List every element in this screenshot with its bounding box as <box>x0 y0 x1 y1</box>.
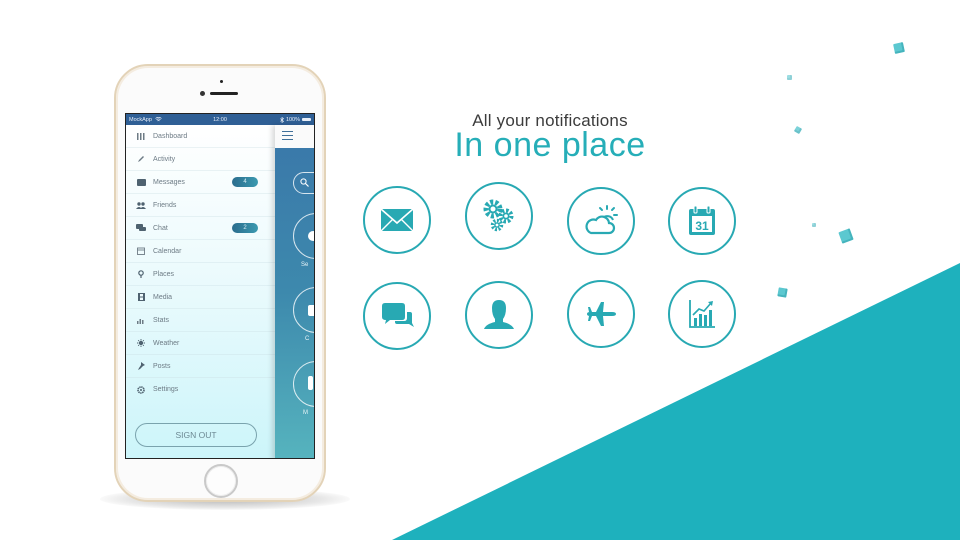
grid-icon <box>136 131 146 141</box>
friends-icon <box>136 200 146 210</box>
bar-chart-icon <box>136 315 146 325</box>
menu-item-settings[interactable]: Settings <box>126 378 275 401</box>
media-icon <box>308 376 313 390</box>
settings-icon <box>308 231 314 241</box>
menu-item-friends[interactable]: Friends <box>126 194 275 217</box>
menu-label: Settings <box>153 386 179 393</box>
media-round-button[interactable] <box>293 361 314 407</box>
calendar-day: 31 <box>695 219 709 233</box>
decor-cube <box>893 42 905 54</box>
sun-icon <box>136 338 146 348</box>
pencil-icon <box>136 154 146 164</box>
calendar-icon: 31 <box>689 205 715 235</box>
chat-round-button[interactable] <box>293 287 314 333</box>
chat-bubbles-icon <box>382 303 414 327</box>
gear-icon <box>136 385 146 395</box>
decor-cube <box>777 287 788 298</box>
menu-label: Weather <box>153 339 180 347</box>
feature-chat <box>363 282 431 350</box>
menu-item-dashboard[interactable]: Dashboard <box>126 125 275 148</box>
partly-cloudy-icon <box>585 205 618 235</box>
status-bar: MockApp 12:00 100% <box>126 114 314 125</box>
battery-icon <box>302 118 312 121</box>
search-icon <box>300 178 309 187</box>
sign-out-button[interactable]: SIGN OUT <box>135 423 257 447</box>
menu-label: Posts <box>153 362 171 370</box>
unread-badge: 2 <box>232 223 258 233</box>
menu-item-media[interactable]: Media <box>126 286 275 309</box>
feature-mail <box>363 186 431 254</box>
carrier-name: MockApp <box>129 116 152 123</box>
decor-cube <box>812 223 816 227</box>
user-icon <box>484 300 514 329</box>
earpiece-speaker <box>210 92 238 95</box>
menu-item-activity[interactable]: Activity <box>126 148 275 171</box>
unread-badge: 4 <box>232 177 258 187</box>
feature-calendar: 31 <box>668 187 736 255</box>
menu-item-weather[interactable]: Weather <box>126 332 275 355</box>
envelope-icon <box>380 208 414 232</box>
menu-label: Activity <box>153 155 176 163</box>
round-button-label: Se <box>301 262 309 268</box>
airplane-icon <box>587 302 616 326</box>
wifi-icon <box>155 117 162 122</box>
menu-label: Friends <box>153 201 177 209</box>
menu-item-places[interactable]: Places <box>126 263 275 286</box>
home-button[interactable] <box>204 464 238 498</box>
pin-icon <box>136 361 146 371</box>
feature-stats <box>668 280 736 348</box>
menu-item-chat[interactable]: Chat 2 <box>126 217 275 240</box>
side-menu: Dashboard Activity Messages 4 Friends Ch… <box>126 125 275 458</box>
decor-cube <box>787 75 792 80</box>
hamburger-menu-icon[interactable] <box>282 131 293 140</box>
message-icon <box>136 177 146 187</box>
gears-icon <box>483 199 514 232</box>
film-icon <box>136 292 146 302</box>
menu-item-posts[interactable]: Posts <box>126 355 275 378</box>
menu-item-messages[interactable]: Messages 4 <box>126 171 275 194</box>
round-button-label: M <box>303 410 308 416</box>
chat-icon <box>308 305 314 316</box>
growth-chart-icon <box>689 300 715 328</box>
phone-mockup: MockApp 12:00 100% Dashboard Activity Me… <box>114 64 326 502</box>
headline-title: In one place <box>454 126 646 164</box>
menu-item-stats[interactable]: Stats <box>126 309 275 332</box>
calendar-icon <box>136 246 146 256</box>
sensor-dot <box>220 80 223 83</box>
menu-label: Stats <box>153 316 169 324</box>
menu-label: Calendar <box>153 247 182 255</box>
menu-label: Chat <box>153 224 168 232</box>
feature-travel <box>567 280 635 348</box>
menu-label: Places <box>153 270 175 278</box>
feature-settings <box>465 182 533 250</box>
menu-label: Media <box>153 293 173 301</box>
battery-percent: 100% <box>285 116 301 123</box>
main-content-panel: Se C M <box>275 125 314 458</box>
menu-label: Messages <box>153 178 185 186</box>
round-button-label: C <box>305 336 310 342</box>
menu-item-calendar[interactable]: Calendar <box>126 240 275 263</box>
settings-round-button[interactable] <box>293 213 314 259</box>
status-time: 12:00 <box>213 116 227 123</box>
main-header <box>275 125 314 148</box>
menu-label: Dashboard <box>153 132 188 140</box>
feature-profile <box>465 281 533 349</box>
feature-weather <box>567 187 635 255</box>
chat-icon <box>136 223 146 233</box>
map-pin-icon <box>136 269 146 279</box>
front-camera <box>200 91 205 96</box>
bluetooth-icon <box>280 116 284 123</box>
phone-screen: MockApp 12:00 100% Dashboard Activity Me… <box>125 113 315 459</box>
search-button[interactable] <box>293 172 314 194</box>
